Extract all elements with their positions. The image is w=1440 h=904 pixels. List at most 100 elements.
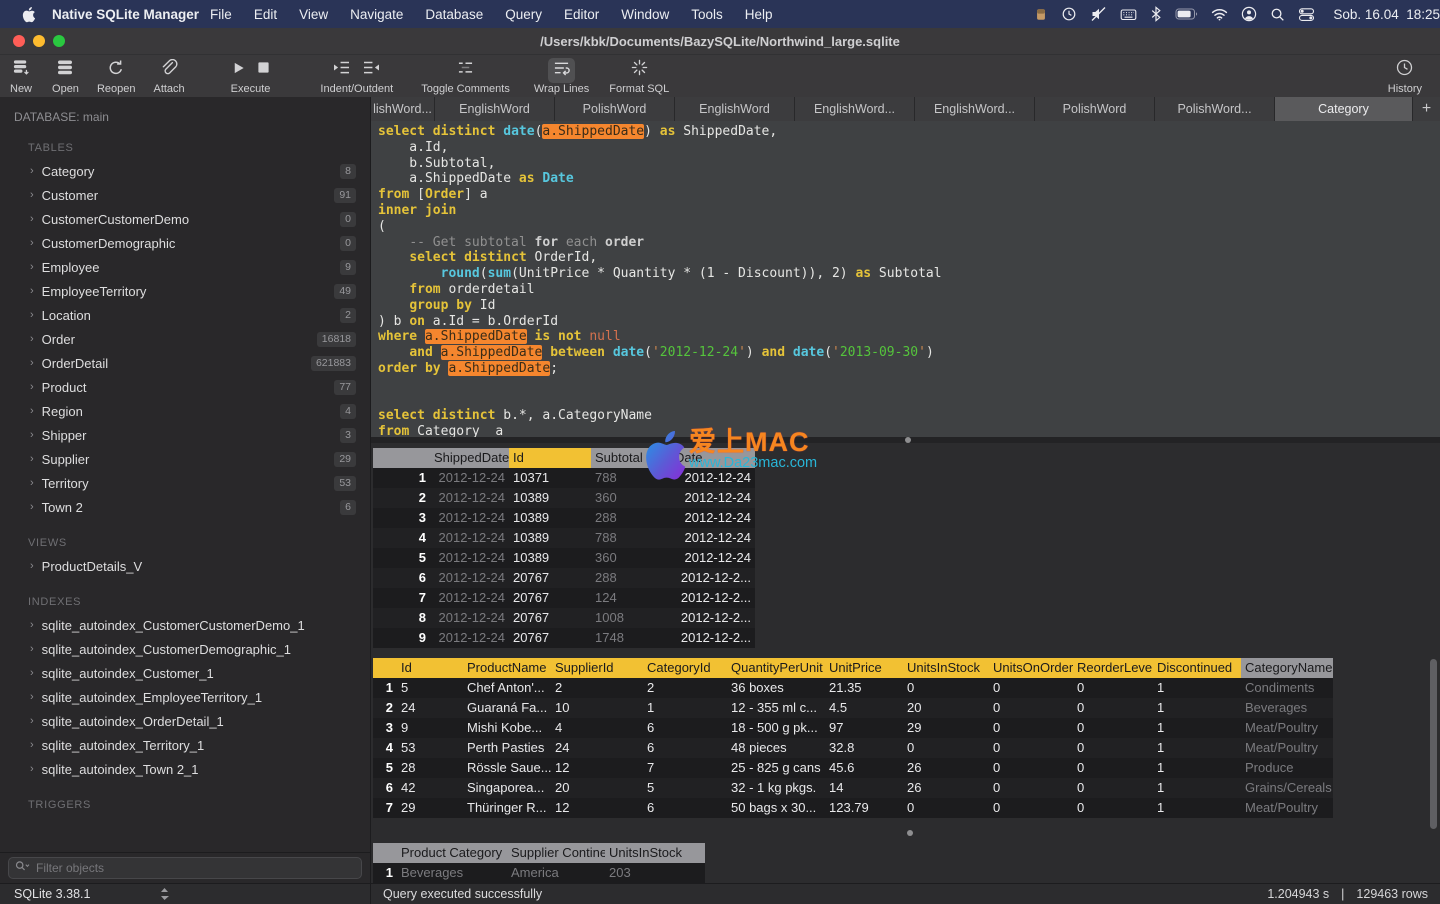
sidebar-item-category[interactable]: › Category 8 bbox=[0, 159, 370, 183]
data-cell[interactable]: 124 bbox=[591, 588, 671, 608]
data-cell[interactable]: 10371 bbox=[509, 468, 591, 488]
filter-objects-field[interactable] bbox=[34, 860, 355, 876]
data-cell[interactable]: 10 bbox=[551, 698, 643, 718]
data-cell[interactable]: 1 bbox=[1153, 678, 1241, 698]
data-cell[interactable]: 21.35 bbox=[825, 678, 903, 698]
data-cell[interactable]: 0 bbox=[903, 678, 989, 698]
column-header-ShippedDate[interactable]: ShippedDate bbox=[430, 448, 509, 468]
data-cell[interactable]: 20767 bbox=[509, 568, 591, 588]
indent-icon[interactable] bbox=[332, 60, 351, 80]
data-cell[interactable]: 0 bbox=[989, 718, 1073, 738]
data-cell[interactable]: 20767 bbox=[509, 588, 591, 608]
results-splitter-handle[interactable] bbox=[907, 830, 913, 836]
column-header-Discontinued[interactable]: Discontinued bbox=[1153, 658, 1241, 678]
data-cell[interactable]: 2012-12-24 bbox=[430, 468, 509, 488]
data-cell[interactable]: 2012-12-2... bbox=[671, 588, 755, 608]
data-cell[interactable]: 2012-12-2... bbox=[671, 628, 755, 648]
tab-englishword-3[interactable]: EnglishWord bbox=[675, 97, 795, 121]
data-cell[interactable]: Chef Anton'... bbox=[463, 678, 551, 698]
sidebar-item-sqlite_autoindex_town-2_1[interactable]: › sqlite_autoindex_Town 2_1 bbox=[0, 757, 370, 781]
data-cell[interactable]: 2012-12-24 bbox=[430, 628, 509, 648]
data-cell[interactable]: 1 bbox=[1153, 758, 1241, 778]
data-cell[interactable]: 29 bbox=[397, 798, 463, 818]
open-button[interactable]: Open bbox=[52, 59, 79, 95]
data-cell[interactable]: 0 bbox=[989, 758, 1073, 778]
column-header-QuantityPerUnit[interactable]: QuantityPerUnit bbox=[727, 658, 825, 678]
tab-englishword-1[interactable]: EnglishWord bbox=[435, 97, 555, 121]
sidebar-item-town-2[interactable]: › Town 2 6 bbox=[0, 495, 370, 519]
menu-view[interactable]: View bbox=[288, 7, 339, 22]
data-cell[interactable]: 2012-12-24 bbox=[671, 508, 755, 528]
app-menu[interactable]: Native SQLite Manager bbox=[52, 7, 199, 22]
data-cell[interactable]: 6 bbox=[643, 798, 727, 818]
data-cell[interactable]: 123.79 bbox=[825, 798, 903, 818]
format-sql-button[interactable]: Format SQL bbox=[609, 59, 669, 95]
data-cell[interactable]: Guaraná Fa... bbox=[463, 698, 551, 718]
data-cell[interactable]: 28 bbox=[397, 758, 463, 778]
stop-icon[interactable] bbox=[257, 61, 270, 79]
outdent-icon[interactable] bbox=[362, 60, 381, 80]
tab-polishword-6[interactable]: PolishWord bbox=[1035, 97, 1155, 121]
sidebar-item-sqlite_autoindex_customercustomerdemo_1[interactable]: › sqlite_autoindex_CustomerCustomerDemo_1 bbox=[0, 613, 370, 637]
data-cell[interactable]: 0 bbox=[989, 698, 1073, 718]
column-header-rownum[interactable] bbox=[373, 448, 430, 468]
data-cell[interactable]: 2 bbox=[551, 678, 643, 698]
data-cell[interactable]: 2012-12-24 bbox=[671, 488, 755, 508]
toggle-comments-button[interactable]: Toggle Comments bbox=[421, 59, 510, 95]
data-cell[interactable]: 1748 bbox=[591, 628, 671, 648]
data-cell[interactable]: 1 bbox=[1153, 778, 1241, 798]
data-cell[interactable]: 20767 bbox=[509, 608, 591, 628]
data-cell[interactable]: 48 pieces bbox=[727, 738, 825, 758]
column-header-Subtotal[interactable]: Subtotal bbox=[591, 448, 671, 468]
data-cell[interactable]: 36 boxes bbox=[727, 678, 825, 698]
wifi-icon[interactable] bbox=[1211, 8, 1228, 21]
data-cell[interactable]: Beverages bbox=[397, 863, 507, 883]
data-cell[interactable]: 0 bbox=[989, 678, 1073, 698]
data-cell[interactable]: 0 bbox=[1073, 778, 1153, 798]
data-cell[interactable]: 203 bbox=[605, 863, 705, 883]
menu-database[interactable]: Database bbox=[414, 7, 494, 22]
menubar-clock[interactable]: Sob. 16.04 18:25 bbox=[1333, 7, 1440, 22]
data-cell[interactable]: 1 bbox=[1153, 718, 1241, 738]
data-cell[interactable]: 0 bbox=[1073, 738, 1153, 758]
data-cell[interactable]: 2012-12-2... bbox=[671, 568, 755, 588]
indent-outdent-button[interactable]: Indent/Outdent bbox=[320, 59, 393, 95]
data-cell[interactable]: Condiments bbox=[1241, 678, 1333, 698]
data-cell[interactable]: 12 bbox=[551, 798, 643, 818]
column-header-ReorderLevel[interactable]: ReorderLevel bbox=[1073, 658, 1153, 678]
sidebar-item-sqlite_autoindex_employeeterritory_1[interactable]: › sqlite_autoindex_EmployeeTerritory_1 bbox=[0, 685, 370, 709]
data-cell[interactable]: 12 bbox=[551, 758, 643, 778]
data-cell[interactable]: 2012-12-2... bbox=[671, 608, 755, 628]
data-cell[interactable]: 9 bbox=[397, 718, 463, 738]
column-header-UnitsInStock[interactable]: UnitsInStock bbox=[903, 658, 989, 678]
data-cell[interactable]: Produce bbox=[1241, 758, 1333, 778]
column-header-Product Category[interactable]: Product Category bbox=[397, 843, 507, 863]
tab-polishword--7[interactable]: PolishWord... bbox=[1155, 97, 1275, 121]
add-tab-button[interactable]: + bbox=[1413, 97, 1440, 121]
column-header-Id[interactable]: Id bbox=[509, 448, 591, 468]
notch-app-icon[interactable] bbox=[1034, 7, 1048, 22]
data-cell[interactable]: 4.5 bbox=[825, 698, 903, 718]
data-cell[interactable]: 45.6 bbox=[825, 758, 903, 778]
data-cell[interactable]: 5 bbox=[643, 778, 727, 798]
new-button[interactable]: New bbox=[10, 59, 32, 95]
sidebar-item-sqlite_autoindex_customer_1[interactable]: › sqlite_autoindex_Customer_1 bbox=[0, 661, 370, 685]
data-cell[interactable]: America bbox=[507, 863, 605, 883]
data-cell[interactable]: 288 bbox=[591, 568, 671, 588]
menu-file[interactable]: File bbox=[199, 7, 243, 22]
data-cell[interactable]: 2012-12-24 bbox=[430, 568, 509, 588]
data-cell[interactable]: 0 bbox=[989, 778, 1073, 798]
data-cell[interactable]: 18 - 500 g pk... bbox=[727, 718, 825, 738]
data-cell[interactable]: 2012-12-24 bbox=[671, 548, 755, 568]
data-cell[interactable]: 0 bbox=[1073, 678, 1153, 698]
column-header-ProductName[interactable]: ProductName bbox=[463, 658, 551, 678]
data-cell[interactable]: 10389 bbox=[509, 488, 591, 508]
column-header-CategoryId[interactable]: CategoryId bbox=[643, 658, 727, 678]
data-cell[interactable]: 2012-12-24 bbox=[430, 488, 509, 508]
sidebar-item-region[interactable]: › Region 4 bbox=[0, 399, 370, 423]
data-cell[interactable]: 26 bbox=[903, 758, 989, 778]
data-cell[interactable]: Meat/Poultry bbox=[1241, 738, 1333, 758]
data-cell[interactable]: 26 bbox=[903, 778, 989, 798]
menu-navigate[interactable]: Navigate bbox=[339, 7, 414, 22]
data-cell[interactable]: 24 bbox=[397, 698, 463, 718]
